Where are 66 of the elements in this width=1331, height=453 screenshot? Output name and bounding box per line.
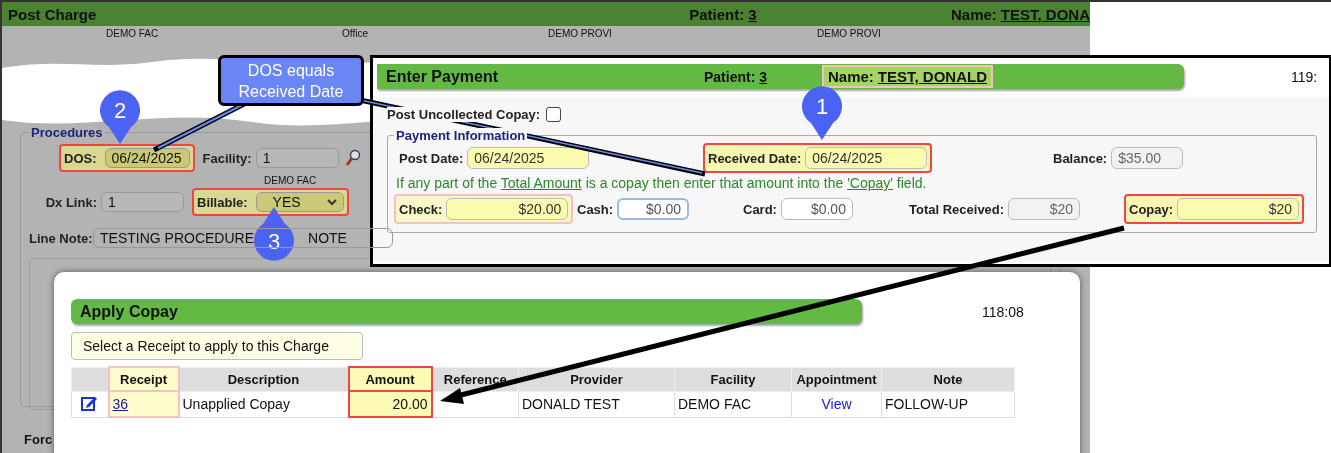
- field-label: Dx Link:: [44, 194, 97, 210]
- patient-link[interactable]: 3: [748, 5, 757, 23]
- column-header: Provider: [518, 367, 675, 391]
- table-cell: DONALD TEST: [518, 391, 675, 417]
- checkbox[interactable]: [546, 107, 562, 122]
- receipt-link[interactable]: 36: [112, 396, 129, 412]
- help-link[interactable]: 'Copay': [847, 175, 893, 191]
- column-header: Note: [881, 367, 1015, 391]
- column-header: Reference: [431, 367, 519, 391]
- patient-label: Patient:: [689, 5, 745, 23]
- table-cell: 20.00: [348, 391, 432, 417]
- edit-icon[interactable]: [81, 394, 99, 411]
- field-label: Balance:: [1053, 150, 1108, 166]
- column-header: Description: [178, 367, 349, 391]
- name-label: Name:: [828, 68, 874, 85]
- field-caption: DEMO FAC: [106, 28, 159, 39]
- timer-text: 119:: [1291, 68, 1318, 85]
- patient-link[interactable]: 3: [759, 68, 768, 85]
- amount-field[interactable]: $0.00: [780, 198, 853, 220]
- select-field[interactable]: YES: [255, 192, 344, 212]
- field-label: Cash:: [577, 201, 614, 217]
- input-field[interactable]: 1: [101, 192, 184, 212]
- name-link[interactable]: TEST, DONALD: [877, 68, 988, 85]
- field-caption: DEMO FAC: [264, 175, 317, 186]
- checkbox-label: Post Uncollected Copay:: [387, 107, 541, 122]
- column-header: Facility: [674, 367, 792, 391]
- section-legend: Payment Information: [394, 128, 528, 143]
- step-marker: 1: [802, 86, 842, 140]
- table-cell: DEMO FAC: [674, 391, 792, 417]
- date-field[interactable]: 06/24/2025: [805, 147, 928, 169]
- window-title: Post Charge: [8, 5, 98, 23]
- amount-field[interactable]: $20.00: [446, 198, 569, 220]
- date-field[interactable]: 06/24/2025: [104, 148, 190, 168]
- column-header: Receipt: [108, 367, 179, 391]
- field-caption: DEMO PROVI: [548, 28, 612, 39]
- field-label: Post Date:: [399, 150, 464, 166]
- amount-field[interactable]: $0.00: [617, 198, 690, 220]
- select-receipt-button[interactable]: Select a Receipt to apply to this Charge: [71, 332, 363, 360]
- input-field[interactable]: 1: [255, 148, 339, 168]
- field-label: Card:: [743, 201, 777, 217]
- field-label: Received Date:: [708, 150, 802, 166]
- name-link[interactable]: TEST, DONA: [1000, 5, 1090, 23]
- callout-box: DOS equals Received Date: [218, 55, 364, 106]
- field-label: Forc: [24, 432, 53, 447]
- table-cell: FOLLOW-UP: [881, 391, 1015, 417]
- search-icon[interactable]: [344, 149, 361, 167]
- instruction-text: If any part of the Total Amount is a copay then enter that amount into the 'Copay' field.: [396, 175, 928, 191]
- patient-label: Patient:: [704, 68, 756, 85]
- field-label: Billable:: [197, 194, 248, 210]
- date-field[interactable]: 06/24/2025: [467, 147, 590, 169]
- field-label: Facility:: [202, 150, 252, 166]
- field-label: Copay:: [1129, 201, 1174, 217]
- field-caption: Office: [342, 28, 368, 39]
- timer-text: 118:08: [982, 303, 1024, 320]
- field-label: Total Received:: [909, 201, 1005, 217]
- help-link[interactable]: Total Amount: [500, 175, 582, 191]
- name-label: Name:: [950, 5, 997, 23]
- amount-field[interactable]: $20: [1177, 198, 1300, 220]
- field-caption: DEMO PROVI: [817, 28, 881, 39]
- column-header: Amount: [348, 367, 432, 391]
- caret-icon: [326, 198, 337, 206]
- window-title: Enter Payment: [386, 67, 500, 86]
- window-title: Apply Copay: [80, 302, 178, 321]
- field-label: DOS:: [64, 150, 97, 166]
- column-header: Appointment: [791, 367, 882, 391]
- field-label: Check:: [399, 201, 443, 217]
